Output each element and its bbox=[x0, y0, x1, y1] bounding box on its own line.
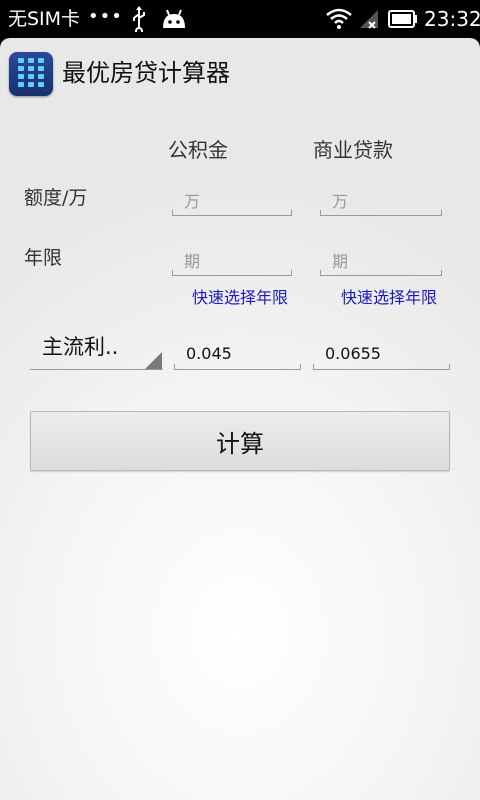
rate-spinner[interactable]: 主流利.. bbox=[30, 326, 163, 370]
commercial-column-header: 商业贷款 bbox=[313, 138, 393, 162]
calculator-icon bbox=[9, 52, 53, 96]
signal-icon bbox=[360, 10, 378, 29]
title-bar: 最优房贷计算器 bbox=[0, 38, 480, 108]
dropdown-corner-icon bbox=[145, 352, 162, 369]
status-bar: 无SIM卡 ••• 23:32 bbox=[0, 0, 480, 38]
commercial-amount-field[interactable] bbox=[320, 188, 442, 216]
android-icon bbox=[163, 9, 185, 28]
wifi-icon bbox=[326, 8, 352, 29]
rate-spinner-value: 主流利.. bbox=[42, 335, 119, 359]
clock: 23:32 bbox=[424, 7, 480, 31]
fund-rate-field[interactable] bbox=[174, 338, 301, 370]
fund-quick-select-link[interactable]: 快速选择年限 bbox=[192, 288, 288, 308]
carrier-label: 无SIM卡 bbox=[8, 8, 81, 30]
more-notifications-icon: ••• bbox=[88, 6, 123, 27]
commercial-rate-field[interactable] bbox=[313, 338, 450, 370]
commercial-quick-select-link[interactable]: 快速选择年限 bbox=[341, 288, 437, 308]
usb-icon bbox=[133, 6, 145, 32]
amount-label: 额度/万 bbox=[24, 187, 88, 209]
fund-years-field[interactable] bbox=[172, 248, 292, 276]
app-window: 最优房贷计算器 公积金 商业贷款 额度/万 年限 快速选择年限 快速选择年限 主… bbox=[0, 38, 480, 800]
years-label: 年限 bbox=[24, 247, 63, 269]
commercial-years-field[interactable] bbox=[320, 248, 442, 276]
calculate-button[interactable]: 计算 bbox=[30, 411, 450, 471]
app-title: 最优房贷计算器 bbox=[62, 59, 230, 87]
fund-amount-field[interactable] bbox=[172, 188, 292, 216]
battery-icon bbox=[388, 10, 417, 28]
fund-column-header: 公积金 bbox=[168, 138, 228, 162]
